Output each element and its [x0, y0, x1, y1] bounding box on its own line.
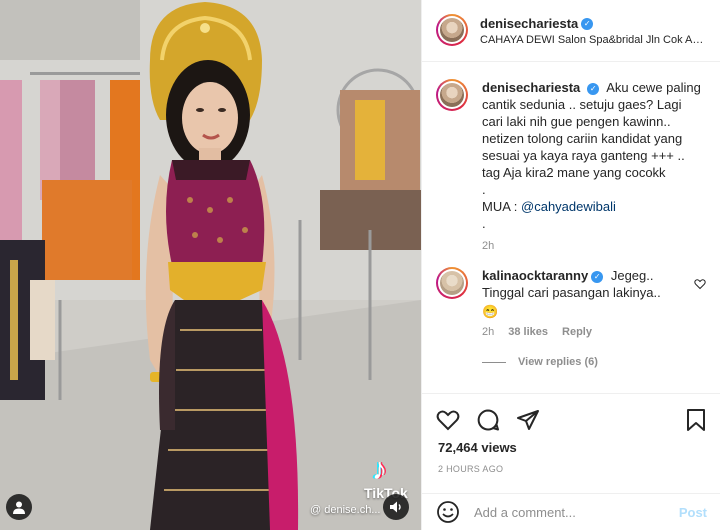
caption-username[interactable]: denisechariesta [482, 80, 580, 95]
post-caption: denisechariesta ✓ Aku cewe paling cantik … [436, 79, 706, 252]
caption-mua-line: MUA : @cahyadewibali [482, 198, 706, 215]
caption-dot: . [482, 182, 486, 197]
caption-avatar[interactable] [436, 79, 468, 111]
commenter-avatar[interactable] [436, 267, 468, 299]
comments-section: denisechariesta ✓ Aku cewe paling cantik … [422, 63, 720, 393]
post-header: denisechariesta ✓ CAHAYA DEWI Salon Spa&b… [422, 0, 720, 62]
view-count[interactable]: 72,464 views [438, 440, 517, 455]
verified-icon: ✓ [581, 17, 594, 30]
like-heart-icon[interactable] [436, 408, 460, 432]
comment-meta: 2h 38 likes Reply [482, 326, 706, 338]
person-icon [13, 501, 25, 514]
comment-input[interactable] [474, 504, 679, 520]
commenter-username[interactable]: kalinaocktaranny [482, 268, 588, 283]
post-time-ago[interactable]: 2 HOURS AGO [438, 464, 503, 474]
post-location[interactable]: CAHAYA DEWI Salon Spa&bridal Jln Cok Agu… [480, 34, 705, 46]
post-actions: 72,464 views 2 HOURS AGO [422, 393, 720, 493]
view-replies-button[interactable]: View replies (6) [482, 356, 706, 368]
caption-dot-2: . [482, 216, 486, 231]
comment-likes[interactable]: 38 likes [508, 326, 548, 338]
share-paper-plane-icon[interactable] [516, 408, 540, 432]
comment-item: kalinaocktaranny ✓ Jegeg.. Tinggal cari p… [436, 267, 706, 368]
comment-composer: Post [422, 493, 720, 530]
view-replies-line [482, 361, 506, 363]
post-media[interactable]: ♪ TikTok @ denise.ch... [0, 0, 421, 530]
emoji-smiley-icon[interactable] [436, 500, 460, 524]
view-replies-label: View replies (6) [518, 356, 598, 368]
tiktok-username-watermark: @ denise.ch... [310, 504, 381, 516]
comment-reply-button[interactable]: Reply [562, 326, 592, 338]
comment-emoji: 😁 [482, 304, 499, 319]
bride-photo [0, 0, 421, 530]
save-bookmark-icon[interactable] [685, 408, 707, 432]
author-username[interactable]: denisechariesta [480, 16, 578, 31]
comment-bubble-icon[interactable] [476, 408, 500, 432]
mua-label: MUA : [482, 199, 522, 214]
mute-button[interactable] [383, 494, 409, 520]
speaker-icon [390, 501, 401, 513]
post-panel: denisechariesta ✓ CAHAYA DEWI Salon Spa&b… [421, 0, 720, 530]
caption-timestamp: 2h [482, 240, 495, 252]
comment-like-heart-icon[interactable] [694, 278, 706, 290]
tagged-users-button[interactable] [6, 494, 32, 520]
mua-mention-link[interactable]: @cahyadewibali [521, 199, 616, 214]
author-avatar[interactable] [436, 14, 468, 46]
post-comment-button[interactable]: Post [679, 505, 707, 520]
tiktok-logo-icon: ♪ [372, 453, 387, 486]
caption-text: Aku cewe paling cantik sedunia .. setuju… [482, 80, 701, 180]
verified-icon: ✓ [591, 270, 604, 283]
verified-icon: ✓ [587, 82, 600, 95]
comment-timestamp: 2h [482, 326, 495, 338]
